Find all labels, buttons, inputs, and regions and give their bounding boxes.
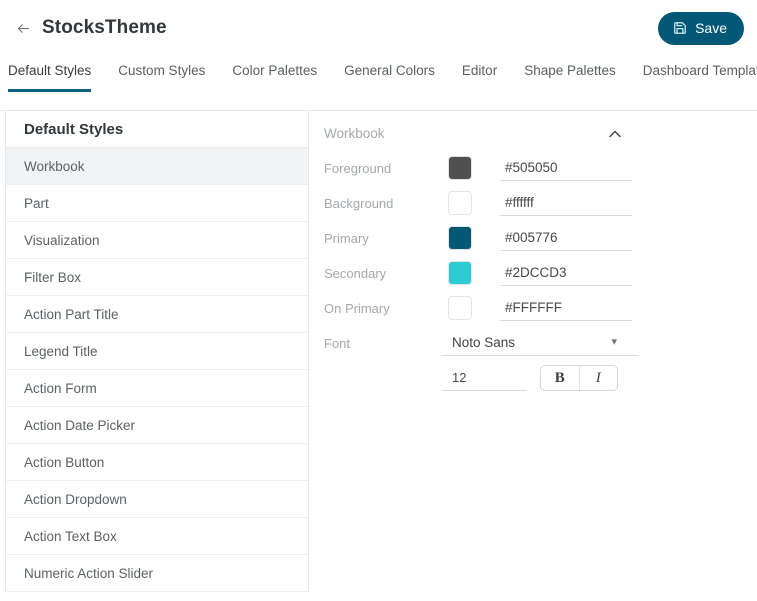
sidebar-item-visualization[interactable]: Visualization <box>6 222 308 259</box>
tab-default-styles[interactable]: Default Styles <box>8 54 92 92</box>
color-swatch-foreground[interactable] <box>448 156 472 180</box>
tab-bar: Default Styles Custom Styles Color Palet… <box>0 48 757 92</box>
tab-color-palettes[interactable]: Color Palettes <box>232 54 317 92</box>
save-button[interactable]: Save <box>658 11 744 45</box>
header: StocksTheme Save <box>0 0 757 48</box>
font-family-value: Noto Sans <box>452 334 516 350</box>
hex-input-background[interactable] <box>500 190 632 216</box>
field-row-background: Background <box>324 190 757 216</box>
section-header-workbook[interactable]: Workbook <box>324 126 621 141</box>
hex-input-foreground[interactable] <box>500 155 632 181</box>
sidebar-item-action-date-picker[interactable]: Action Date Picker <box>6 407 308 444</box>
color-swatch-primary[interactable] <box>448 226 472 250</box>
field-row-font-size: B I <box>324 365 757 391</box>
field-label-secondary: Secondary <box>324 265 387 281</box>
field-label-foreground: Foreground <box>324 160 392 176</box>
tab-shape-palettes[interactable]: Shape Palettes <box>524 54 616 92</box>
hex-input-secondary[interactable] <box>500 260 632 286</box>
tab-general-colors[interactable]: General Colors <box>344 54 435 92</box>
sidebar-item-action-part-title[interactable]: Action Part Title <box>6 296 308 333</box>
section-title: Workbook <box>324 126 385 141</box>
chevron-up-icon[interactable] <box>609 130 621 138</box>
style-list-sidebar: Default Styles Workbook Part Visualizati… <box>5 111 309 592</box>
save-button-label: Save <box>695 20 727 36</box>
sidebar-item-numeric-action-slider[interactable]: Numeric Action Slider <box>6 555 308 592</box>
properties-panel: Workbook Foreground Background Primary S… <box>309 111 757 400</box>
font-style-button-group: B I <box>540 365 618 391</box>
bold-button[interactable]: B <box>541 366 580 390</box>
font-size-input[interactable] <box>442 365 527 391</box>
sidebar-item-workbook[interactable]: Workbook <box>6 148 308 185</box>
font-family-select[interactable]: Noto Sans ▾ <box>442 331 638 356</box>
color-swatch-on-primary[interactable] <box>448 296 472 320</box>
color-swatch-background[interactable] <box>448 191 472 215</box>
field-row-secondary: Secondary <box>324 260 757 286</box>
field-label-primary: Primary <box>324 230 369 246</box>
sidebar-heading: Default Styles <box>6 111 308 148</box>
italic-button[interactable]: I <box>580 366 618 390</box>
sidebar-item-part[interactable]: Part <box>6 185 308 222</box>
sidebar-item-action-text-box[interactable]: Action Text Box <box>6 518 308 555</box>
back-button[interactable] <box>16 21 31 36</box>
tab-custom-styles[interactable]: Custom Styles <box>118 54 205 92</box>
tab-editor[interactable]: Editor <box>462 54 497 92</box>
field-label-font: Font <box>324 335 351 351</box>
page-title: StocksTheme <box>42 17 167 38</box>
floppy-disk-icon <box>674 22 686 34</box>
sidebar-item-legend-title[interactable]: Legend Title <box>6 333 308 370</box>
sidebar-item-action-button[interactable]: Action Button <box>6 444 308 481</box>
field-row-primary: Primary <box>324 225 757 251</box>
arrow-left-icon <box>17 23 30 33</box>
color-swatch-secondary[interactable] <box>448 261 472 285</box>
field-row-font: Font Noto Sans ▾ <box>324 330 757 356</box>
field-row-foreground: Foreground <box>324 155 757 181</box>
field-label-background: Background <box>324 195 394 211</box>
field-label-on-primary: On Primary <box>324 300 390 316</box>
sidebar-item-filter-box[interactable]: Filter Box <box>6 259 308 296</box>
content-area: Default Styles Workbook Part Visualizati… <box>0 110 757 593</box>
hex-input-primary[interactable] <box>500 225 632 251</box>
field-row-on-primary: On Primary <box>324 295 757 321</box>
sidebar-item-action-dropdown[interactable]: Action Dropdown <box>6 481 308 518</box>
sidebar-item-action-form[interactable]: Action Form <box>6 370 308 407</box>
tab-dashboard-templates[interactable]: Dashboard Templates <box>643 54 757 92</box>
caret-down-icon: ▾ <box>611 335 617 348</box>
hex-input-on-primary[interactable] <box>500 295 632 321</box>
